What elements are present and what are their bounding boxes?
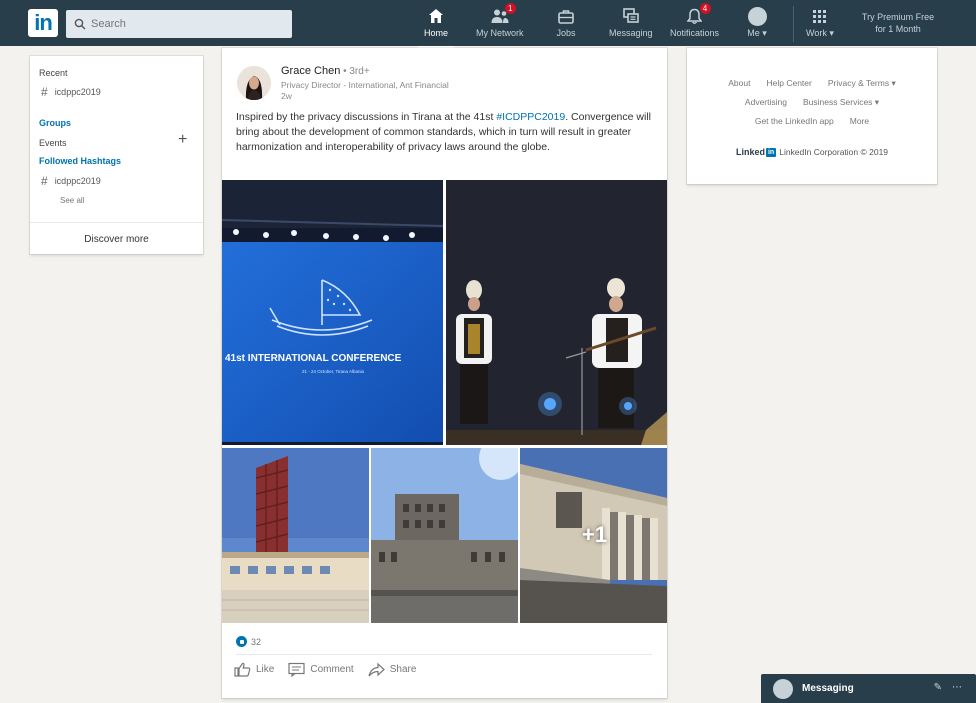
nav-messaging[interactable]: Messaging [609,6,653,44]
privacy-terms-link[interactable]: Privacy & Terms ▾ [828,78,896,89]
messaging-controls: ✎ ⋯ [934,682,962,693]
share-label: Share [389,664,417,675]
nav-me-label: Me ▾ [747,28,767,38]
try-premium-link[interactable]: Try Premium Free for 1 Month [852,11,944,35]
like-button[interactable]: Like [234,662,274,677]
comment-button[interactable]: Comment [288,662,354,677]
like-label: Like [256,664,275,675]
search-icon [74,18,86,30]
recent-hashtag[interactable]: # icdppc2019 [41,85,101,99]
author-avatar[interactable] [237,66,271,100]
home-icon [429,9,443,23]
nav-me[interactable]: Me ▾ [747,6,767,44]
nav-my-network-label: My Network [476,28,524,38]
messaging-overlay[interactable]: Messaging ✎ ⋯ [761,674,976,703]
linkedin-wordmark: Linked in [735,147,777,157]
nav-my-network[interactable]: 1 My Network [476,3,524,44]
linkedin-logo[interactable]: in [28,9,58,37]
nav-messaging-label: Messaging [609,28,653,38]
left-community-card: Recent # icdppc2019 Groups Events + Follo… [30,56,203,254]
avatar [747,6,767,26]
conference-caption: 41st INTERNATIONAL CONFERENCE [225,353,402,364]
photo-performers[interactable] [446,180,667,445]
see-all-link[interactable]: See all [60,196,84,205]
search-input[interactable] [91,18,271,30]
nav-work[interactable]: Work ▾ [806,6,834,44]
recent-heading: Recent [39,68,68,78]
network-badge: 1 [504,3,516,14]
author-headline: Privacy Director - International, Ant Fi… [281,80,449,90]
add-event-icon[interactable]: + [178,132,187,148]
avatar [773,678,793,699]
top-nav: in Home 1 My Network Jobs Messaging 4 No… [0,0,976,48]
photo-tower[interactable] [222,448,369,623]
reaction-count: 32 [251,636,262,647]
nav-notifications-label: Notifications [670,28,720,38]
followed-hashtag[interactable]: # icdppc2019 [41,174,101,188]
nav-home[interactable]: Home [417,6,455,48]
notifications-badge: 4 [699,3,711,14]
hashtag-icon: # [41,174,48,188]
post-actions: Like Comment Share [234,662,416,677]
groups-link[interactable]: Groups [39,118,71,128]
messaging-icon [622,8,639,23]
conference-dates: 21 - 24 October, Tirana Albania [302,369,365,374]
footer-row-3: Get the LinkedIn app More [687,116,937,126]
premium-line1: Try Premium Free [861,12,935,22]
post-text-before: Inspired by the privacy discussions in T… [236,111,497,123]
nav-separator [793,6,794,42]
copyright-text: LinkedIn Corporation © 2019 [779,147,889,157]
nav-notifications[interactable]: 4 Notifications [670,3,720,44]
photo-conference-screen[interactable]: 41st INTERNATIONAL CONFERENCE 21 - 24 Oc… [222,180,443,445]
share-button[interactable]: Share [368,662,417,677]
footer-row-2: Advertising Business Services ▾ [687,97,937,108]
followed-hashtag-label: icdppc2019 [54,176,101,186]
help-center-link[interactable]: Help Center [766,78,811,89]
post-text: Inspired by the privacy discussions in T… [236,110,656,155]
wordmark-box: in [765,147,777,157]
get-app-link[interactable]: Get the LinkedIn app [755,116,834,126]
author-name[interactable]: Grace Chen [281,65,340,77]
premium-line2: for 1 Month [875,24,921,34]
about-link[interactable]: About [728,78,750,89]
right-footer-card: About Help Center Privacy & Terms ▾ Adve… [687,48,937,184]
author-line[interactable]: Grace Chen • 3rd+ [281,65,370,77]
briefcase-icon [558,9,574,24]
share-icon [368,662,385,677]
comment-label: Comment [310,664,354,675]
divider [30,222,203,223]
reactions-summary[interactable]: 32 [236,636,261,647]
advertising-link[interactable]: Advertising [745,97,787,108]
nav-work-label: Work ▾ [806,28,834,38]
more-photos-count[interactable]: +1 [582,522,607,548]
nav-home-label: Home [424,28,449,38]
copyright-line: Linked in LinkedIn Corporation © 2019 [687,147,937,157]
discover-more-button[interactable]: Discover more [30,234,203,245]
hashtag-icon: # [41,85,48,99]
nav-jobs[interactable]: Jobs [556,6,576,44]
followed-hashtags-link[interactable]: Followed Hashtags [39,156,121,166]
business-services-link[interactable]: Business Services ▾ [803,97,879,108]
feed-post: Grace Chen • 3rd+ Privacy Director - Int… [222,48,667,698]
divider [236,654,652,655]
events-link[interactable]: Events [39,138,67,148]
compose-icon[interactable]: ✎ [934,682,942,693]
nav-jobs-label: Jobs [556,28,576,38]
footer-row-1: About Help Center Privacy & Terms ▾ [687,78,937,89]
like-reaction-icon [236,636,247,647]
more-options-icon[interactable]: ⋯ [952,682,962,693]
thumbs-up-icon [234,662,251,677]
recent-hashtag-label: icdppc2019 [54,87,101,97]
photo-building[interactable] [371,448,518,623]
post-hashtag[interactable]: #ICDPPC2019 [496,111,565,123]
post-age: 2w [281,91,292,101]
grid-icon [813,9,827,23]
connection-degree: • 3rd+ [340,66,370,77]
search-box[interactable] [66,10,292,38]
messaging-label: Messaging [802,683,854,694]
wordmark-text: Linked [735,147,765,157]
comment-icon [288,662,305,677]
more-link[interactable]: More [850,116,869,126]
